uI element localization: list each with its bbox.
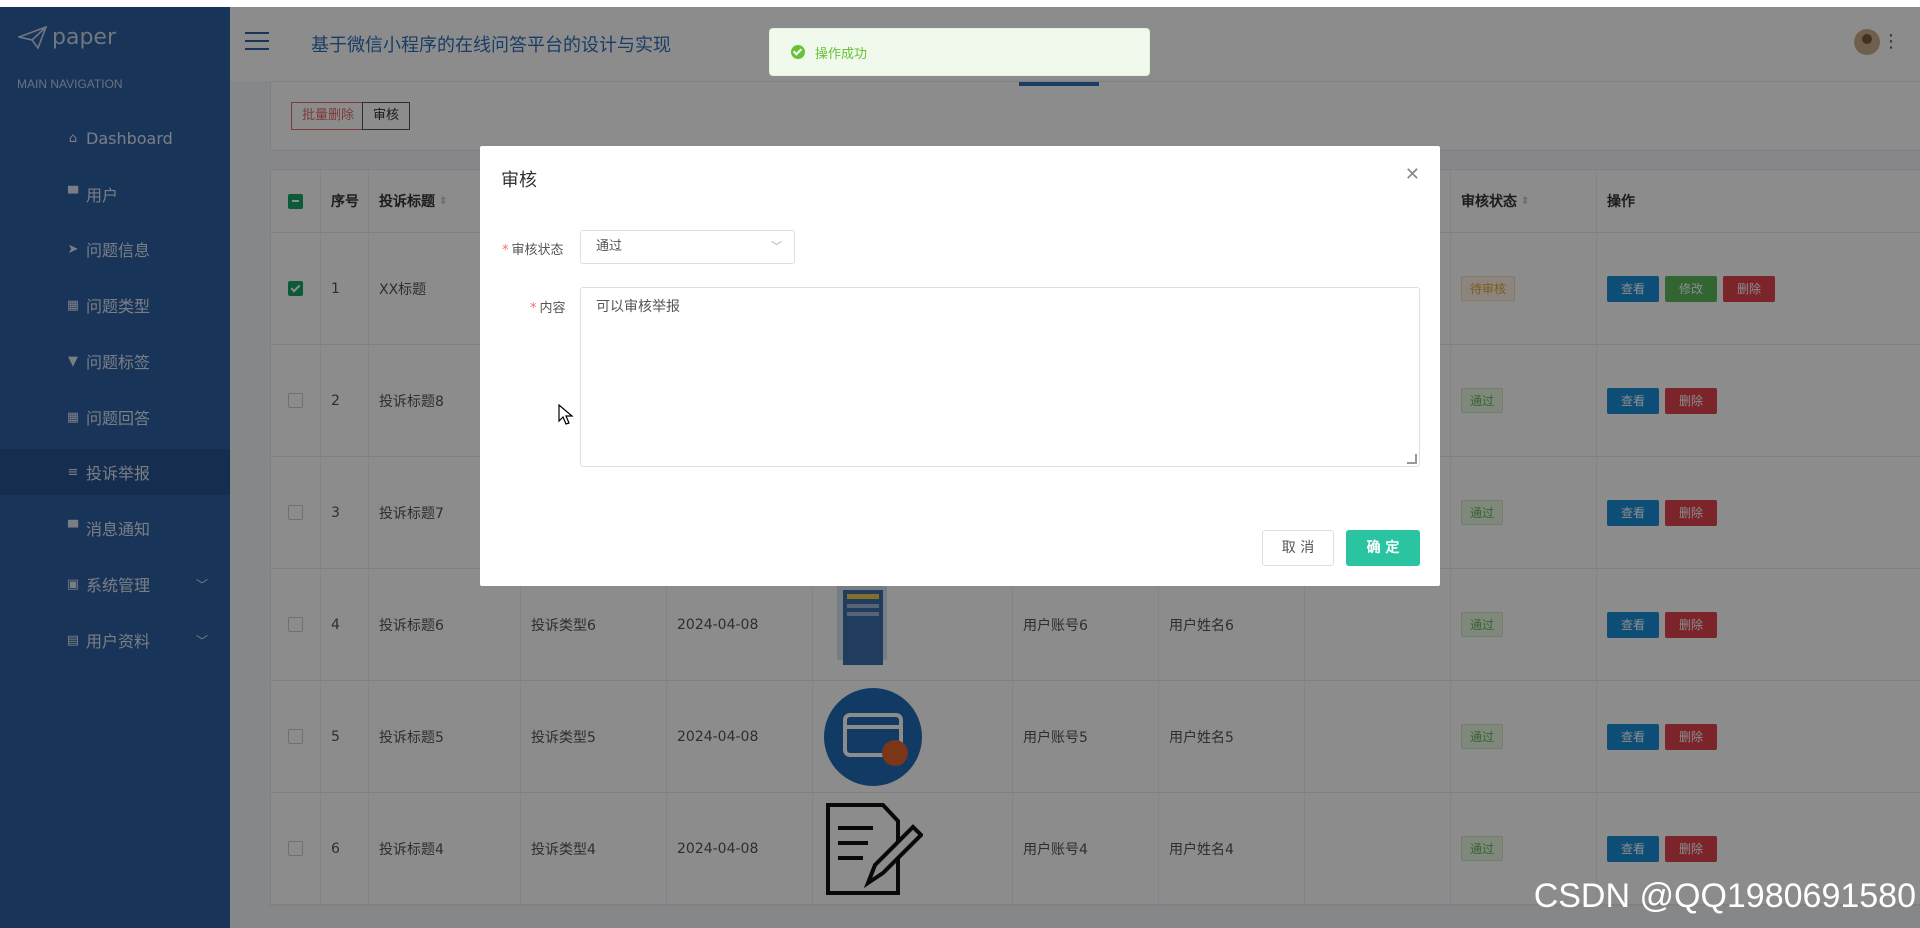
success-check-icon [791, 45, 805, 59]
dialog-title: 审核 [501, 170, 537, 191]
content-field-label: * 内容 [530, 301, 566, 316]
audit-dialog: 审核 ✕ * 审核状态 通过 ﹀ * 内容 可以审核举报 取 消 确 定 [480, 146, 1440, 586]
toast-message: 操作成功 [815, 46, 868, 62]
content-textarea-value: 可以审核举报 [596, 299, 680, 315]
status-select-value: 通过 [596, 239, 623, 254]
chevron-down-icon: ﹀ [771, 240, 782, 253]
resize-handle[interactable] [1407, 454, 1417, 464]
mouse-cursor-icon [558, 404, 574, 425]
confirm-button[interactable]: 确 定 [1346, 530, 1420, 566]
status-select[interactable]: 通过 ﹀ [580, 230, 795, 264]
content-textarea[interactable]: 可以审核举报 [580, 287, 1420, 467]
success-toast: 操作成功 [769, 28, 1150, 76]
cancel-button[interactable]: 取 消 [1262, 530, 1334, 566]
close-icon[interactable]: ✕ [1405, 164, 1420, 185]
status-field-label: * 审核状态 [502, 243, 564, 258]
watermark: CSDN @QQ1980691580 [1533, 877, 1916, 915]
